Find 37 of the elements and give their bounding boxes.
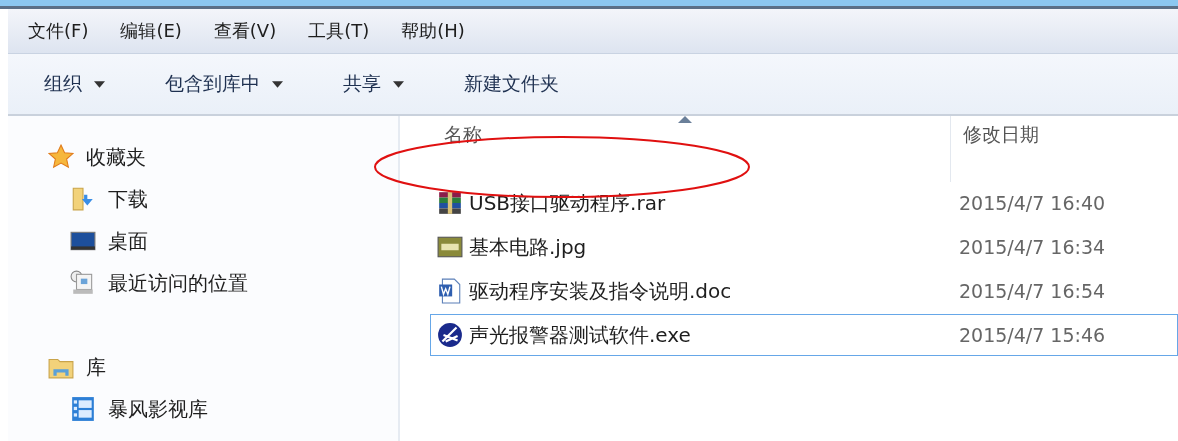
app-logo-icon bbox=[437, 322, 463, 348]
caret-icon bbox=[94, 80, 105, 88]
film-icon bbox=[70, 396, 96, 422]
file-row[interactable]: 基本电路.jpg 2015/4/7 16:34 bbox=[430, 226, 1178, 268]
nav-group[interactable]: 收藏夹 bbox=[8, 136, 398, 178]
menu-item[interactable]: 编辑(E) bbox=[120, 19, 182, 43]
file-row[interactable]: 驱动程序安装及指令说明.doc 2015/4/7 16:54 bbox=[430, 270, 1178, 312]
file-name: 声光报警器测试软件.exe bbox=[469, 321, 691, 349]
nav-item[interactable]: 下载 bbox=[8, 178, 398, 220]
toolbar-button[interactable]: 共享 bbox=[343, 67, 404, 101]
nav-item[interactable]: 暴风影视库 bbox=[8, 388, 398, 430]
file-row[interactable]: 声光报警器测试软件.exe 2015/4/7 15:46 bbox=[430, 314, 1178, 356]
recent-places-icon bbox=[70, 270, 96, 296]
modified-date: 2015/4/7 16:54 bbox=[958, 280, 1106, 302]
column-header[interactable]: 修改日期 bbox=[950, 116, 1178, 182]
caret-icon bbox=[393, 80, 404, 88]
archive-books-icon bbox=[437, 190, 463, 216]
menu-item[interactable]: 帮助(H) bbox=[401, 19, 465, 43]
image-file-icon bbox=[437, 234, 463, 260]
file-name: 驱动程序安装及指令说明.doc bbox=[469, 277, 732, 305]
modified-date: 2015/4/7 15:46 bbox=[958, 324, 1106, 346]
modified-date: 2015/4/7 16:40 bbox=[958, 192, 1106, 214]
star-icon bbox=[48, 144, 74, 170]
nav-item[interactable]: 桌面 bbox=[8, 220, 398, 262]
menu-item[interactable]: 查看(V) bbox=[213, 19, 277, 43]
modified-date: 2015/4/7 16:34 bbox=[958, 236, 1106, 258]
toolbar-button[interactable]: 组织 bbox=[44, 67, 105, 101]
toolbar-button[interactable]: 包含到库中 bbox=[165, 67, 283, 101]
nav-item[interactable]: 最近访问的位置 bbox=[8, 262, 398, 304]
word-document-icon bbox=[437, 278, 463, 304]
toolbar-button[interactable]: 新建文件夹 bbox=[464, 67, 559, 101]
sort-arrow-icon bbox=[678, 116, 692, 123]
menu-item[interactable]: 工具(T) bbox=[308, 19, 370, 43]
caret-icon bbox=[272, 80, 283, 88]
nav-group[interactable]: 库 bbox=[8, 346, 398, 388]
file-name: 基本电路.jpg bbox=[469, 233, 587, 261]
menu-item[interactable]: 文件(F) bbox=[28, 19, 89, 43]
